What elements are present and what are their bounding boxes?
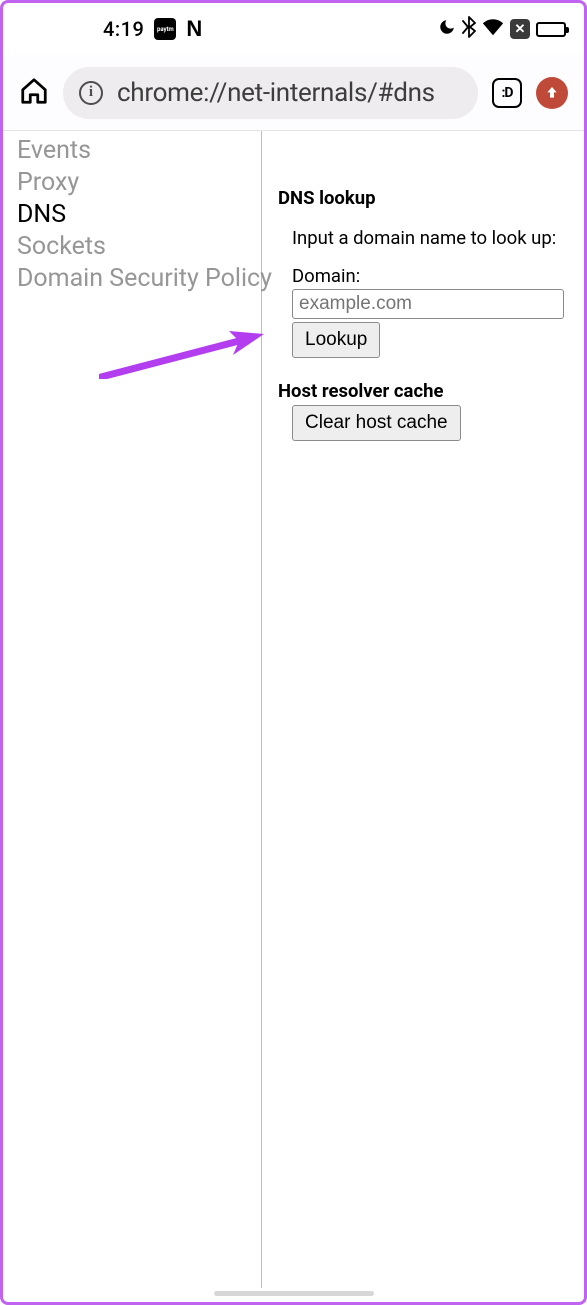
host-cache-heading: Host resolver cache [278, 380, 568, 402]
sidebar-item-domain-security-policy[interactable]: Domain Security Policy [17, 263, 261, 295]
url-bar[interactable]: i chrome://net-internals/#dns [63, 67, 478, 119]
domain-label: Domain: [292, 265, 568, 287]
gesture-handle[interactable] [214, 1291, 374, 1296]
home-button[interactable] [19, 76, 49, 110]
sidebar-item-dns[interactable]: DNS [17, 199, 261, 231]
sidebar-item-sockets[interactable]: Sockets [17, 231, 261, 263]
update-button[interactable] [536, 77, 568, 109]
sidebar: Events Proxy DNS Sockets Domain Security… [3, 131, 262, 1288]
domain-input[interactable] [292, 289, 564, 319]
battery-icon [536, 22, 566, 37]
status-bar: 4:19 paytm N ✕ [3, 3, 584, 55]
paytm-icon: paytm [154, 18, 176, 40]
close-notification-icon: ✕ [510, 19, 530, 39]
tabs-button[interactable]: :D [492, 78, 522, 108]
site-info-icon[interactable]: i [79, 81, 103, 105]
clear-host-cache-button[interactable]: Clear host cache [292, 405, 461, 441]
main-panel: DNS lookup Input a domain name to look u… [262, 131, 584, 1288]
url-text: chrome://net-internals/#dns [117, 78, 435, 108]
bluetooth-icon [462, 16, 476, 43]
dns-lookup-heading: DNS lookup [278, 187, 568, 209]
sidebar-item-proxy[interactable]: Proxy [17, 167, 261, 199]
lookup-button[interactable]: Lookup [292, 322, 380, 358]
netflix-icon: N [186, 16, 202, 42]
browser-toolbar: i chrome://net-internals/#dns :D [3, 55, 584, 131]
status-time: 4:19 [103, 17, 144, 41]
sidebar-item-events[interactable]: Events [17, 135, 261, 167]
wifi-icon [482, 17, 504, 41]
dns-lookup-instruction: Input a domain name to look up: [292, 227, 568, 249]
dnd-moon-icon [438, 18, 456, 41]
